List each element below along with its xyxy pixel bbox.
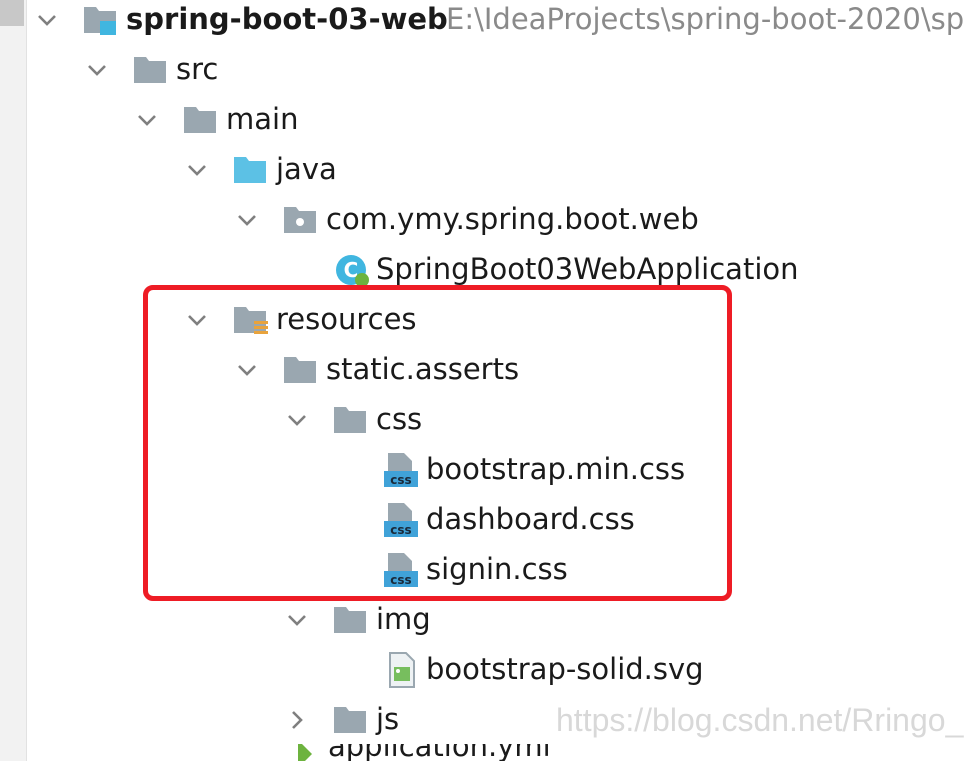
chevron-down-icon[interactable] [234, 207, 260, 233]
tree-node-src[interactable]: src [0, 45, 972, 95]
source-folder-icon [234, 157, 266, 183]
chevron-right-icon[interactable] [284, 707, 310, 733]
yaml-file-icon [298, 744, 312, 761]
chevron-down-icon[interactable] [34, 7, 60, 33]
tree-node-package[interactable]: com.ymy.spring.boot.web [0, 195, 972, 245]
tree-node-label: js [376, 702, 400, 736]
tree-node-java[interactable]: java [0, 145, 972, 195]
folder-icon [184, 107, 216, 133]
chevron-down-icon[interactable] [134, 107, 160, 133]
tree-node-label: src [176, 52, 219, 86]
package-icon [284, 207, 316, 233]
folder-icon [134, 57, 166, 83]
tree-node-svg-file[interactable]: bootstrap-solid.svg [0, 645, 972, 695]
tree-node-label: img [376, 602, 431, 636]
module-path: E:\IdeaProjects\spring-boot-2020\sp [446, 2, 965, 36]
folder-icon [334, 707, 366, 733]
tree-node-label: main [226, 102, 299, 136]
watermark: https://blog.csdn.net/Rringo_ [556, 702, 964, 738]
spring-boot-class-icon: C [336, 255, 369, 287]
tree-node-label: java [276, 152, 337, 186]
tree-node-img[interactable]: img [0, 595, 972, 645]
tree-node-label: com.ymy.spring.boot.web [326, 202, 699, 236]
chevron-down-icon[interactable] [84, 57, 110, 83]
tree-node-application-yml[interactable]: application.yml [290, 744, 580, 761]
tree-node-label: SpringBoot03WebApplication [376, 252, 799, 286]
chevron-down-icon[interactable] [184, 157, 210, 183]
tree-node-label: application.yml [328, 744, 551, 761]
chevron-down-icon[interactable] [284, 607, 310, 633]
tree-node-main[interactable]: main [0, 95, 972, 145]
highlight-box [143, 285, 732, 601]
image-file-icon [389, 652, 415, 688]
module-folder-icon [84, 7, 116, 35]
tree-node-root[interactable]: spring-boot-03-web E:\IdeaProjects\sprin… [0, 0, 972, 45]
tree-node-label: bootstrap-solid.svg [426, 652, 704, 686]
tree-node-label: spring-boot-03-web [126, 2, 448, 36]
folder-icon [334, 607, 366, 633]
project-tree: spring-boot-03-web E:\IdeaProjects\sprin… [0, 0, 972, 761]
